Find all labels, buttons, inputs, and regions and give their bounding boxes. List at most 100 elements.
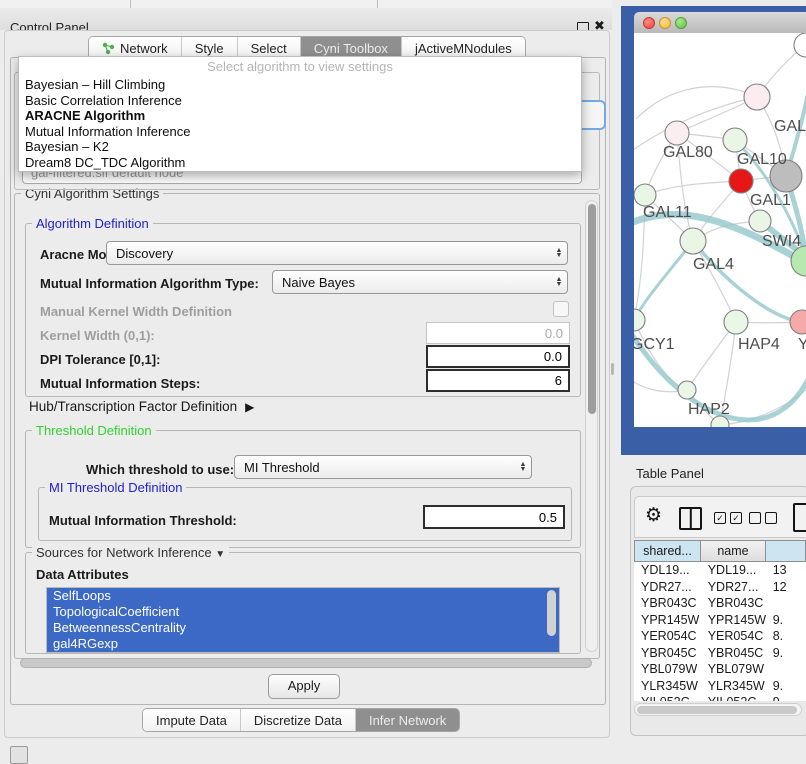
- table-cell: YBL079W: [634, 662, 701, 676]
- node-label: HAP2: [688, 401, 730, 418]
- table-cell: YLR345W: [634, 679, 701, 693]
- table-cell: YBR045C: [701, 646, 766, 660]
- network-node[interactable]: [790, 310, 806, 334]
- new-table-icon[interactable]: [793, 503, 806, 532]
- which-threshold-combobox[interactable]: MI Threshold ▲▼: [234, 455, 532, 479]
- mi-type-label: Mutual Information Algorithm Type:: [40, 276, 259, 291]
- gear-icon[interactable]: ⚙: [645, 504, 662, 527]
- algorithm-option[interactable]: Basic Correlation Inference: [19, 93, 581, 109]
- split-columns-icon[interactable]: [679, 507, 702, 530]
- attribute-list-item[interactable]: gal4RGexp: [47, 636, 559, 652]
- top-tick: [377, 0, 378, 8]
- network-edge[interactable]: [634, 320, 687, 390]
- settings-scrollbar-thumb[interactable]: [588, 204, 596, 414]
- column-header[interactable]: name: [701, 540, 766, 562]
- table-row[interactable]: YPR145WYPR145W9.: [634, 612, 806, 629]
- table-row[interactable]: YBR043CYBR043C: [634, 595, 806, 612]
- table-row[interactable]: YLR345WYLR345W9.: [634, 678, 806, 695]
- dropdown-placeholder: Select algorithm to view settings: [19, 57, 581, 77]
- zoom-traffic-light-icon[interactable]: [675, 17, 687, 29]
- network-node[interactable]: [724, 310, 748, 334]
- network-node[interactable]: [665, 121, 689, 145]
- dpi-tolerance-label: DPI Tolerance [0,1]:: [40, 352, 160, 367]
- network-node[interactable]: [680, 228, 706, 254]
- attribute-list-item[interactable]: SelfLoops: [47, 588, 559, 604]
- hub-transcription-expander[interactable]: Hub/Transcription Factor Definition▶: [29, 399, 254, 414]
- algorithm-definition-group: Algorithm Definition Aracne Mode: Discov…: [25, 223, 581, 397]
- column-header[interactable]: [766, 540, 806, 562]
- algorithm-option[interactable]: Dream8 DC_TDC Algorithm: [19, 155, 581, 171]
- table-cell: 12: [766, 580, 806, 594]
- node-label: GAL80: [663, 144, 713, 161]
- mi-type-combobox[interactable]: Naive Bayes ▲▼: [272, 270, 568, 294]
- dropdown-items: Bayesian – Hill ClimbingBasic Correlatio…: [19, 77, 581, 171]
- table-cell: YLR345W: [701, 679, 766, 693]
- docked-panel-icon[interactable]: [10, 746, 28, 764]
- data-attributes-list[interactable]: SelfLoopsTopologicalCoefficientBetweenne…: [46, 587, 560, 653]
- network-node[interactable]: [678, 381, 696, 399]
- table-cell: YPR145W: [701, 613, 766, 627]
- horizontal-scrollbar[interactable]: [20, 658, 592, 668]
- node-label: HAP4: [738, 336, 780, 353]
- network-edge[interactable]: [687, 322, 736, 390]
- manual-kernel-checkbox[interactable]: [553, 301, 569, 317]
- sources-group: Sources for Network Inference ▼ Data Att…: [25, 552, 581, 654]
- table-row[interactable]: YIL052CYIL052C9: [634, 694, 806, 701]
- node-table[interactable]: shared...nameYDL19...YDL19...13YDR27...Y…: [634, 540, 806, 701]
- mi-threshold-definition-title: MI Threshold Definition: [45, 480, 186, 495]
- aracne-mode-combobox[interactable]: Discovery ▲▼: [106, 241, 568, 265]
- close-traffic-light-icon[interactable]: [643, 17, 655, 29]
- tab-impute-data[interactable]: Impute Data: [143, 709, 241, 731]
- network-node[interactable]: [749, 210, 771, 232]
- network-node[interactable]: [744, 84, 770, 110]
- node-label: GAL10: [737, 151, 787, 168]
- node-label: GAL4: [693, 256, 734, 273]
- algorithm-option[interactable]: Bayesian – K2: [19, 139, 581, 155]
- column-header[interactable]: shared...: [634, 540, 701, 562]
- mi-threshold-label: Mutual Information Threshold:: [49, 513, 237, 528]
- node-label: GAL11: [643, 204, 692, 221]
- node-label: GAL: [774, 118, 806, 135]
- table-cell: YDL19...: [701, 563, 766, 577]
- network-view-window: GALGAL80GAL10GAL1GAL11SWI4GAL4GCY1HAP4YH…: [621, 6, 806, 455]
- node-label: GAL1: [750, 192, 791, 209]
- minimize-traffic-light-icon[interactable]: [659, 17, 671, 29]
- select-all-checkboxes-icon[interactable]: ✓✓: [714, 512, 742, 524]
- table-row[interactable]: YDR27...YDR27...12: [634, 579, 806, 596]
- network-node[interactable]: [634, 184, 656, 206]
- tab-discretize-data[interactable]: Discretize Data: [241, 709, 356, 731]
- algorithm-option[interactable]: Mutual Information Inference: [19, 124, 581, 140]
- splitter-handle[interactable]: [611, 363, 614, 375]
- table-row[interactable]: YDL19...YDL19...13: [634, 562, 806, 579]
- attribute-list-item[interactable]: BetweennessCentrality: [47, 620, 559, 636]
- network-node[interactable]: [729, 169, 753, 193]
- table-row[interactable]: YBL079WYBL079W: [634, 661, 806, 678]
- table-row[interactable]: YBR045CYBR045C9.: [634, 645, 806, 662]
- network-edge[interactable]: [636, 87, 757, 119]
- tab-infer-network[interactable]: Infer Network: [356, 709, 459, 731]
- table-cell: YBR043C: [634, 596, 701, 610]
- network-canvas[interactable]: GALGAL80GAL10GAL1GAL11SWI4GAL4GCY1HAP4YH…: [634, 33, 806, 427]
- attribute-list-item[interactable]: TopologicalCoefficient: [47, 604, 559, 620]
- network-window-titlebar[interactable]: [634, 12, 806, 34]
- table-header-row: shared...name: [634, 540, 806, 562]
- algorithm-option[interactable]: Bayesian – Hill Climbing: [19, 77, 581, 93]
- apply-button[interactable]: Apply: [268, 674, 340, 699]
- dpi-tolerance-field[interactable]: 0.0: [426, 345, 570, 368]
- mi-steps-field[interactable]: 6: [426, 369, 570, 392]
- network-node[interactable]: [634, 309, 645, 331]
- mi-threshold-field[interactable]: 0.5: [423, 505, 565, 529]
- table-scrollbar-thumb[interactable]: [637, 706, 797, 714]
- node-label: SWI4: [762, 233, 801, 250]
- network-edge[interactable]: [645, 181, 741, 195]
- table-horizontal-scrollbar[interactable]: [634, 703, 802, 716]
- clear-checkboxes-icon[interactable]: [749, 512, 777, 524]
- collapse-arrow-icon[interactable]: ▼: [215, 549, 225, 560]
- list-scrollbar[interactable]: [547, 590, 556, 636]
- settings-scrollbar[interactable]: [585, 200, 598, 652]
- table-row[interactable]: YER054CYER054C8.: [634, 628, 806, 645]
- expander-arrow-icon: ▶: [245, 400, 254, 414]
- network-node[interactable]: [723, 128, 747, 152]
- algorithm-option[interactable]: ARACNE Algorithm: [19, 108, 581, 124]
- kernel-width-field[interactable]: 0.0: [426, 322, 570, 344]
